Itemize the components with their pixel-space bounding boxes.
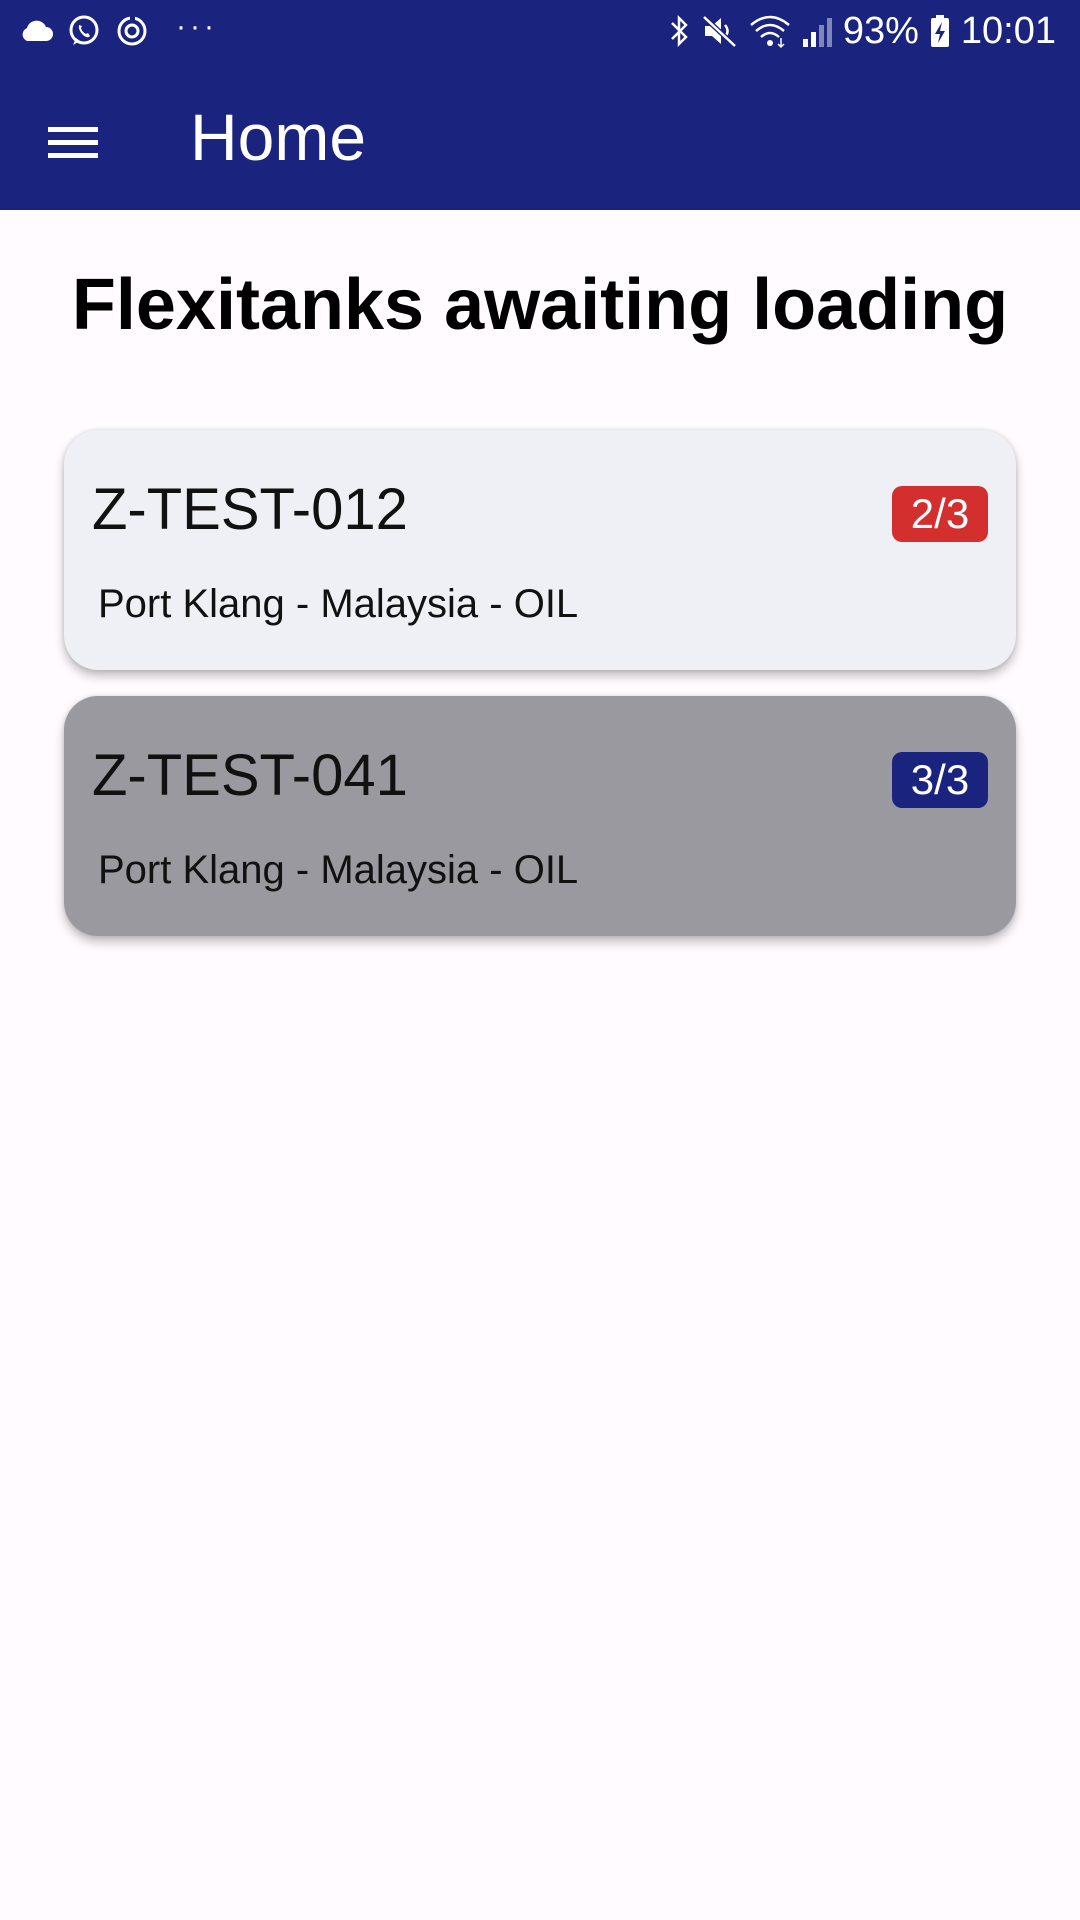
- signal-icon: [801, 13, 833, 49]
- flexitank-card[interactable]: Z-TEST-041 3/3 Port Klang - Malaysia - O…: [64, 696, 1016, 936]
- app-bar: Home: [0, 62, 1080, 210]
- battery-charging-icon: [929, 13, 951, 49]
- flexitank-id: Z-TEST-041: [92, 743, 408, 808]
- section-heading: Flexitanks awaiting loading: [71, 265, 1009, 345]
- flexitank-route: Port Klang - Malaysia - OIL: [98, 582, 579, 626]
- bluetooth-icon: [669, 13, 691, 49]
- status-time: 10:01: [960, 9, 1056, 52]
- flexitank-card[interactable]: Z-TEST-012 2/3 Port Klang - Malaysia - O…: [64, 430, 1016, 670]
- wifi-icon: [749, 13, 791, 49]
- flexitank-id: Z-TEST-012: [92, 477, 408, 542]
- status-bar: ··· 93% 10:01: [0, 0, 1080, 62]
- whatsapp-icon: [66, 13, 102, 49]
- flexitank-route: Port Klang - Malaysia - OIL: [98, 848, 579, 892]
- status-notification-icons: ···: [18, 10, 218, 52]
- sync-icon: [114, 13, 150, 49]
- mute-icon: [701, 13, 739, 49]
- page-title: Home: [190, 100, 367, 174]
- loading-progress-badge: 3/3: [892, 752, 988, 808]
- more-notifications-icon: ···: [176, 10, 218, 43]
- status-system-icons: 93% 10:01: [669, 8, 1056, 54]
- battery-percent: 93%: [842, 9, 919, 52]
- menu-button[interactable]: [30, 102, 116, 188]
- cloud-icon: [18, 19, 54, 43]
- hamburger-menu-icon: [48, 123, 98, 168]
- loading-progress-badge: 2/3: [892, 486, 988, 542]
